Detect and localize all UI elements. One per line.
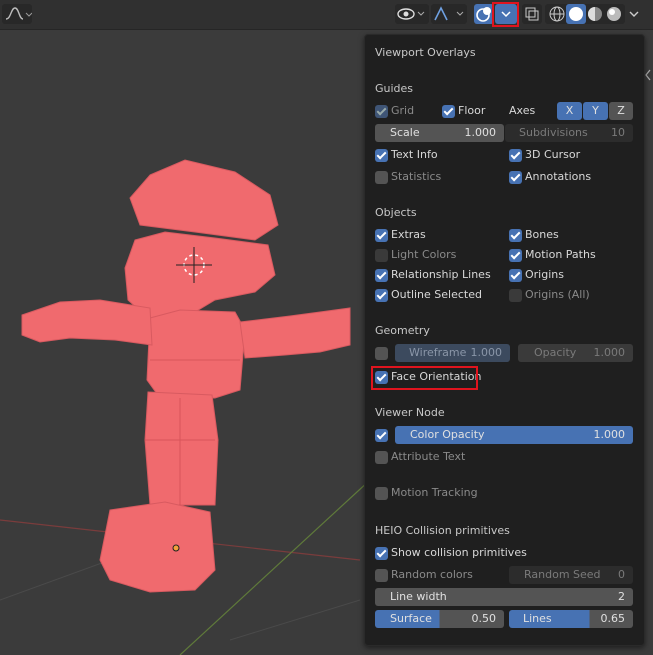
overlays-toggle-button[interactable] [474,4,494,24]
light-colors-checkbox[interactable] [375,249,388,262]
motion-paths-checkbox[interactable] [509,249,522,262]
solid-shading-button[interactable] [566,4,586,24]
subdivisions-field[interactable]: Subdivisions 10 [505,124,633,142]
origins-checkbox[interactable] [509,269,522,282]
chevron-down-icon [629,11,639,17]
geometry-header: Geometry [375,324,430,337]
color-opacity-checkbox[interactable] [375,429,388,442]
axis-x-toggle[interactable]: X [557,102,582,120]
motion-paths-label: Motion Paths [525,248,596,261]
objects-header: Objects [375,206,417,219]
annotations-checkbox[interactable] [509,171,522,184]
solid-sphere-icon [569,7,583,21]
3d-cursor-checkbox[interactable] [509,149,522,162]
material-preview-button[interactable] [585,4,605,24]
rendered-shading-button[interactable] [604,4,624,24]
show-collision-checkbox[interactable] [375,547,388,560]
bones-label: Bones [525,228,559,241]
3d-cursor-label: 3D Cursor [525,148,581,161]
motion-tracking-checkbox[interactable] [375,487,388,500]
show-collision-label: Show collision primitives [391,546,527,559]
origins-all-label: Origins (All) [525,288,590,301]
graph-curve-icon [5,7,33,20]
xray-icon [525,7,539,21]
overlay-icon [476,7,491,22]
outline-selected-checkbox[interactable] [375,289,388,302]
visibility-selectability-button[interactable] [395,4,429,24]
wireframe-checkbox[interactable] [375,347,388,360]
line-width-field[interactable]: Line width 2 [375,588,633,606]
opacity-field[interactable]: Opacity 1.000 [518,344,633,362]
wireframe-shading-button[interactable] [547,4,567,24]
scale-field[interactable]: Scale 1.000 [375,124,504,142]
attribute-text-label: Attribute Text [391,450,466,463]
rendered-sphere-icon [607,7,621,21]
grid-label: Grid [391,104,415,117]
random-seed-field[interactable]: Random Seed 0 [509,566,633,584]
lines-field[interactable]: Lines 0.65 [509,610,633,628]
origins-label: Origins [525,268,564,281]
eye-icon [397,8,425,20]
guides-header: Guides [375,82,414,95]
viewport-header [0,0,653,30]
light-colors-label: Light Colors [391,248,457,261]
heio-header: HEIO Collision primitives [375,524,510,537]
random-colors-checkbox[interactable] [375,569,388,582]
relationship-lines-checkbox[interactable] [375,269,388,282]
gizmo-icon [434,6,464,21]
overlays-dropdown-highlight [492,2,519,27]
material-sphere-icon [588,7,602,21]
axis-z-toggle[interactable]: Z [609,102,633,120]
text-info-label: Text Info [391,148,438,161]
xray-toggle-button[interactable] [522,4,542,24]
viewport-overlays-popover: Viewport Overlays Guides Grid Floor Axes… [364,34,645,646]
origins-all-checkbox[interactable] [509,289,522,302]
surface-field[interactable]: Surface 0.50 [375,610,504,628]
viewer-node-header: Viewer Node [375,406,445,419]
grid-checkbox[interactable] [375,105,388,118]
wireframe-sphere-icon [549,6,565,22]
color-opacity-field[interactable]: Color Opacity 1.000 [395,426,633,444]
editor-type-button[interactable] [2,4,33,24]
axis-y-toggle[interactable]: Y [583,102,608,120]
motion-tracking-label: Motion Tracking [391,486,478,499]
annotations-label: Annotations [525,170,592,183]
statistics-checkbox[interactable] [375,171,388,184]
wireframe-field[interactable]: Wireframe 1.000 [395,344,510,362]
axes-label: Axes [509,104,536,117]
attribute-text-checkbox[interactable] [375,451,388,464]
shading-dropdown-button[interactable] [626,4,642,24]
relationship-lines-label: Relationship Lines [391,268,491,281]
random-colors-label: Random colors [391,568,473,581]
extras-checkbox[interactable] [375,229,388,242]
face-orientation-highlight [371,366,478,390]
bones-checkbox[interactable] [509,229,522,242]
popover-title: Viewport Overlays [375,46,476,59]
extras-label: Extras [391,228,426,241]
statistics-label: Statistics [391,170,442,183]
gizmo-button[interactable] [431,4,467,24]
text-info-checkbox[interactable] [375,149,388,162]
floor-checkbox[interactable] [442,105,455,118]
floor-label: Floor [458,104,486,117]
outline-selected-label: Outline Selected [391,288,482,301]
